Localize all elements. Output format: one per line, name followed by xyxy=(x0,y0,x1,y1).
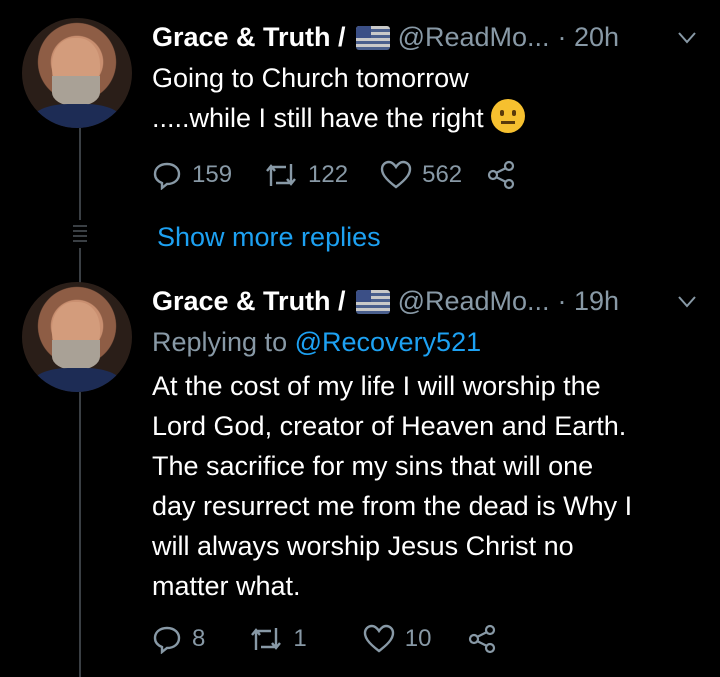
tweet-text: Going to Church tomorrow .....while I st… xyxy=(152,58,526,138)
thread-line-mid xyxy=(79,248,81,286)
like-button[interactable]: 562 xyxy=(380,160,462,190)
handle[interactable]: @ReadMo... xyxy=(398,22,550,53)
share-icon xyxy=(469,624,496,654)
avatar[interactable] xyxy=(22,282,132,392)
retweet-icon xyxy=(266,164,296,186)
chevron-down-icon[interactable] xyxy=(678,24,696,50)
thread-line-bottom xyxy=(79,392,81,677)
tweet-actions: 8 1 10 xyxy=(152,624,539,654)
tweet-header: Grace & Truth / @ReadMo... · 19h xyxy=(152,286,619,317)
share-button[interactable] xyxy=(486,160,526,190)
thread-line-top xyxy=(79,128,81,220)
tweet-header: Grace & Truth / @ReadMo... · 20h xyxy=(152,22,619,53)
flag-usa-icon xyxy=(355,25,390,50)
tweet-line: Lord God, creator of Heaven and Earth. xyxy=(152,411,627,441)
handle[interactable]: @ReadMo... xyxy=(398,286,550,317)
retweet-icon xyxy=(251,628,282,650)
chevron-down-icon[interactable] xyxy=(678,288,696,314)
replying-to: Replying to @Recovery521 xyxy=(152,322,481,362)
reply-button[interactable]: 8 xyxy=(152,624,205,654)
reply-icon xyxy=(153,162,181,190)
mention-link[interactable]: @Recovery521 xyxy=(295,327,482,357)
tweet-line-text: .....while I still have the right xyxy=(152,103,484,133)
display-name[interactable]: Grace & Truth / xyxy=(152,286,346,317)
avatar[interactable] xyxy=(22,18,132,128)
reply-count: 8 xyxy=(192,625,206,652)
share-button[interactable] xyxy=(467,624,507,654)
thread-collapsed-dots xyxy=(73,222,87,245)
timestamp[interactable]: · 19h xyxy=(558,286,620,317)
flag-usa-icon xyxy=(355,289,390,314)
retweet-count: 122 xyxy=(308,161,349,188)
tweet-line: day resurrect me from the dead is Why I xyxy=(152,491,633,521)
retweet-button[interactable]: 122 xyxy=(264,160,348,190)
tweet-line: At the cost of my life I will worship th… xyxy=(152,371,601,401)
replying-label: Replying to xyxy=(152,327,288,357)
reply-icon xyxy=(153,626,181,654)
timestamp[interactable]: · 20h xyxy=(558,22,620,53)
like-count: 562 xyxy=(422,161,463,188)
heart-icon xyxy=(380,160,412,189)
tweet-line: matter what. xyxy=(152,571,301,601)
reply-count: 159 xyxy=(192,161,233,188)
retweet-count: 1 xyxy=(293,625,307,652)
tweet-actions: 159 122 562 xyxy=(152,160,558,190)
like-button[interactable]: 10 xyxy=(363,624,432,654)
tweet-text: At the cost of my life I will worship th… xyxy=(152,366,632,606)
neutral-face-emoji-icon xyxy=(491,99,526,133)
retweet-button[interactable]: 1 xyxy=(249,624,307,654)
heart-icon xyxy=(363,624,394,653)
tweet-line: The sacrifice for my sins that will one xyxy=(152,451,594,481)
share-icon xyxy=(488,160,515,190)
show-more-replies-link[interactable]: Show more replies xyxy=(157,222,381,253)
tweet-line-2: .....while I still have the right xyxy=(152,98,526,138)
tweet-line: will always worship Jesus Christ no xyxy=(152,531,574,561)
like-count: 10 xyxy=(404,625,432,652)
display-name[interactable]: Grace & Truth / xyxy=(152,22,346,53)
reply-button[interactable]: 159 xyxy=(152,160,232,190)
tweet-line: Going to Church tomorrow xyxy=(152,63,469,93)
